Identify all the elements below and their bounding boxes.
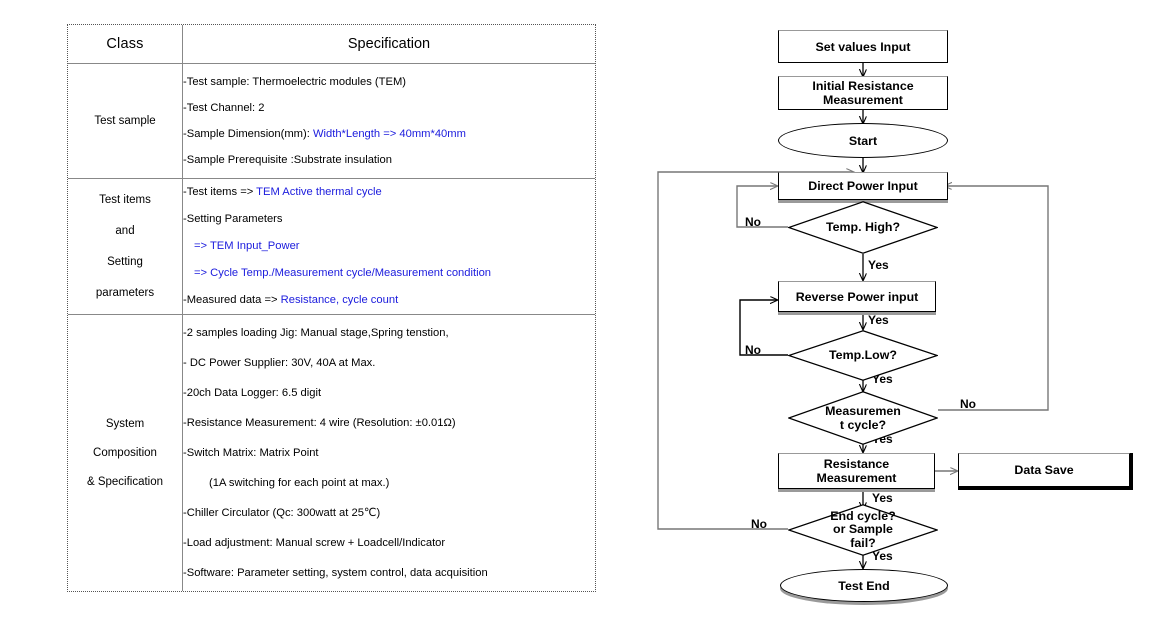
class-line: Test items [99,193,151,206]
class-line: System [105,417,145,430]
decision-label: Measuremen t cycle? [825,403,901,433]
node-measurement-cycle-decision[interactable]: Measuremen t cycle? [788,391,938,445]
node-end-cycle-decision[interactable]: End cycle? or Sample fail? [788,504,938,556]
class-line: Test sample [94,114,156,127]
decision-label: End cycle? or Sample fail? [830,508,896,550]
row-class-system-composition: System Composition & Specification [68,314,183,591]
spec-line: -Test Channel: 2 [183,102,265,114]
node-set-values-input[interactable]: Set values Input [778,30,948,63]
edge-label-temp-high-yes: Yes [868,258,889,272]
spec-line: => Cycle Temp./Measurement cycle/Measure… [194,267,492,279]
table-row: Test sample -Test sample: Thermoelectric… [68,63,595,179]
row-spec-test-sample: -Test sample: Thermoelectric modules (TE… [182,63,595,179]
node-temp-low-decision[interactable]: Temp.Low? [788,330,938,381]
node-reverse-power-input[interactable]: Reverse Power input [778,281,936,312]
edge-label-temp-high-no: No [745,215,761,229]
spec-line: -Resistance Measurement: 4 wire (Resolut… [183,417,456,429]
class-line: parameters [95,286,155,299]
node-data-save[interactable]: Data Save [958,453,1130,487]
edge-label-end-cycle-no: No [751,517,767,531]
node-resistance-measurement[interactable]: Resistance Measurement [778,453,935,489]
spec-line: -Load adjustment: Manual screw + Loadcel… [183,537,446,549]
spec-line: -Setting Parameters [183,213,283,225]
decision-label: Temp. High? [825,220,901,235]
spec-line: -Chiller Circulator (Qc: 300watt at 25℃) [183,507,381,519]
row-class-test-items: Test items and Setting parameters [68,178,183,315]
spec-line: -Test items => TEM Active thermal cycle [183,186,382,198]
row-spec-system-composition: -2 samples loading Jig: Manual stage,Spr… [183,315,596,592]
node-start[interactable]: Start [778,123,948,158]
row-spec-test-items: -Test items => TEM Active thermal cycle … [182,178,595,315]
class-line: Composition [93,446,157,459]
decision-label: Temp.Low? [829,348,897,363]
class-line: & Specification [86,475,164,488]
header-specification: Specification [182,25,595,64]
spec-line: => TEM Input_Power [194,240,300,252]
spec-line: - DC Power Supplier: 30V, 40A at Max. [183,357,376,369]
spec-line: -20ch Data Logger: 6.5 digit [183,387,322,399]
edge-label-resistance-yes: Yes [872,491,893,505]
edge-label-temp-low-no: No [745,343,761,357]
table-header-row: Class Specification [68,25,595,64]
row-class-test-sample: Test sample [68,63,183,179]
class-line: and [115,224,135,237]
specification-table: Class Specification Test sample -Test sa… [67,24,596,592]
table-row: System Composition & Specification -2 sa… [68,314,596,592]
node-direct-power-input[interactable]: Direct Power Input [778,172,948,200]
spec-line: -Switch Matrix: Matrix Point [183,447,319,459]
spec-line: -Sample Dimension(mm): Width*Length => 4… [183,128,466,140]
table-row: Test items and Setting parameters -Test … [68,178,595,315]
spec-line: -Sample Prerequisite :Substrate insulati… [183,154,392,166]
header-class: Class [68,25,183,64]
edge-label-meas-cycle-no: No [960,397,976,411]
spec-line: -Software: Parameter setting, system con… [183,567,488,579]
class-line: Setting [107,255,143,268]
spec-line: -2 samples loading Jig: Manual stage,Spr… [183,327,449,339]
spec-line: -Measured data => Resistance, cycle coun… [183,294,399,306]
spec-table-inner: Class Specification Test sample -Test sa… [68,25,595,591]
node-test-end[interactable]: Test End [780,569,948,602]
node-initial-resistance-measurement[interactable]: Initial Resistance Measurement [778,76,948,110]
node-temp-high-decision[interactable]: Temp. High? [788,201,938,254]
spec-line: (1A switching for each point at max.) [209,477,390,489]
spec-line: -Test sample: Thermoelectric modules (TE… [183,76,406,88]
edge-label-reverse-yes: Yes [868,313,889,327]
test-process-flowchart: Set values Input Initial Resistance Meas… [640,0,1175,619]
